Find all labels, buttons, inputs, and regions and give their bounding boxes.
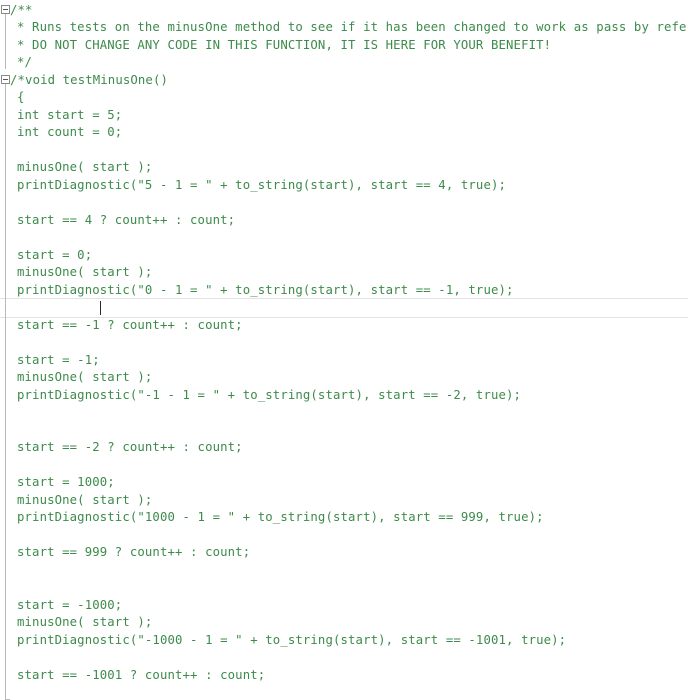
code-line[interactable]: start = 1000;: [0, 474, 115, 492]
code-line[interactable]: {: [0, 89, 25, 107]
code-surface[interactable]: /** * Runs tests on the minusOne method t…: [0, 0, 688, 700]
code-line[interactable]: start == 999 ? count++ : count;: [0, 544, 250, 562]
code-line[interactable]: start = -1;: [0, 352, 100, 370]
code-line[interactable]: printDiagnostic("1000 - 1 = " + to_strin…: [0, 509, 544, 527]
code-line[interactable]: minusOne( start );: [0, 492, 152, 510]
fold-marker-doc-comment[interactable]: [1, 4, 10, 14]
code-line[interactable]: minusOne( start );: [0, 369, 152, 387]
code-line[interactable]: printDiagnostic("-1000 - 1 = " + to_stri…: [0, 632, 566, 650]
code-line[interactable]: printDiagnostic("-1 - 1 = " + to_string(…: [0, 387, 521, 405]
code-line[interactable]: start == 4 ? count++ : count;: [0, 212, 235, 230]
code-fold-guide-foot: [5, 698, 10, 700]
fold-marker-function-block[interactable]: [1, 74, 10, 84]
code-line[interactable]: * DO NOT CHANGE ANY CODE IN THIS FUNCTIO…: [0, 37, 551, 55]
code-line[interactable]: * Runs tests on the minusOne method to s…: [0, 19, 688, 37]
text-caret: [99, 301, 101, 315]
current-line-highlight: [0, 298, 688, 318]
code-line[interactable]: minusOne( start );: [0, 264, 152, 282]
code-line[interactable]: /*void testMinusOne(): [0, 72, 168, 90]
code-line[interactable]: minusOne( start );: [0, 159, 152, 177]
code-line[interactable]: start = -1000;: [0, 597, 122, 615]
code-line[interactable]: int count = 0;: [0, 124, 122, 142]
code-line[interactable]: printDiagnostic("5 - 1 = " + to_string(s…: [0, 177, 506, 195]
code-line[interactable]: start = 0;: [0, 247, 92, 265]
code-line[interactable]: start == -1 ? count++ : count;: [0, 317, 243, 335]
code-line[interactable]: start == -2 ? count++ : count;: [0, 439, 243, 457]
code-line[interactable]: printDiagnostic("0 - 1 = " + to_string(s…: [0, 282, 514, 300]
code-line[interactable]: */: [0, 54, 32, 72]
code-line[interactable]: minusOne( start );: [0, 614, 152, 632]
code-line[interactable]: int start = 5;: [0, 107, 122, 125]
code-editor[interactable]: /** * Runs tests on the minusOne method t…: [0, 0, 688, 700]
code-line[interactable]: start == -1001 ? count++ : count;: [0, 667, 265, 685]
